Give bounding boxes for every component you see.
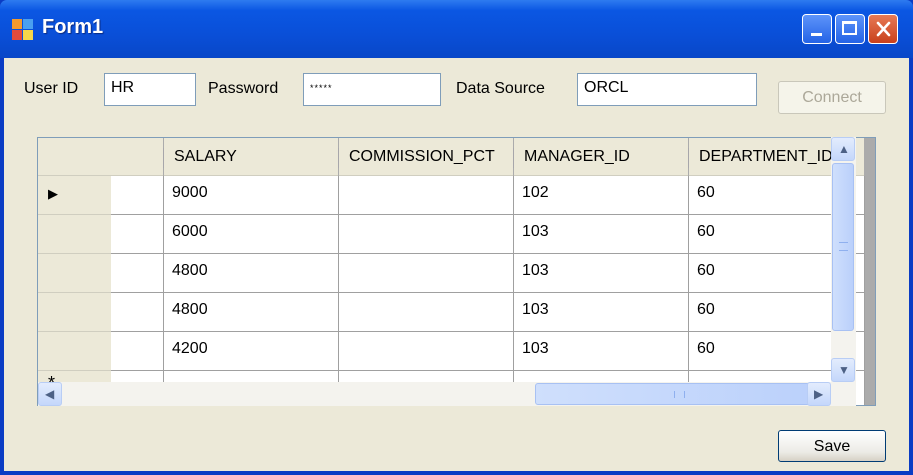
row-header[interactable] <box>38 293 111 332</box>
password-input[interactable]: ***** <box>303 73 441 106</box>
save-button[interactable]: Save <box>778 430 886 462</box>
app-window: Form1 User ID HR Password ***** Data Sou… <box>0 0 913 475</box>
form-client-area: User ID HR Password ***** Data Source OR… <box>4 58 909 471</box>
datasource-label: Data Source <box>456 80 545 97</box>
chevron-down-icon: ▼ <box>838 363 850 377</box>
password-label: Password <box>208 80 279 97</box>
title-bar[interactable]: Form1 <box>0 0 913 58</box>
grid-cell[interactable]: 103 <box>514 293 689 332</box>
datasource-input[interactable]: ORCL <box>577 73 757 106</box>
grid-cell[interactable]: 103 <box>514 332 689 371</box>
grid-cell[interactable] <box>339 254 514 293</box>
grid-cell[interactable] <box>339 215 514 254</box>
grid-cell[interactable]: 4200 <box>164 332 339 371</box>
grid-cell[interactable] <box>339 293 514 332</box>
horizontal-scroll-thumb[interactable] <box>535 383 829 405</box>
row-header[interactable]: ▶ <box>38 176 111 215</box>
grid-cell[interactable] <box>111 176 164 215</box>
form-app-icon <box>12 19 34 41</box>
row-header[interactable] <box>38 332 111 371</box>
chevron-right-icon: ▶ <box>814 387 824 401</box>
userid-input[interactable]: HR <box>104 73 196 106</box>
grid-cell[interactable] <box>339 332 514 371</box>
current-row-icon: ▶ <box>48 186 58 201</box>
userid-label: User ID <box>24 80 79 97</box>
grid-cell[interactable]: 9000 <box>164 176 339 215</box>
close-button[interactable] <box>868 14 898 44</box>
minimize-icon <box>811 33 822 36</box>
grid-cell[interactable]: 4800 <box>164 254 339 293</box>
horizontal-scrollbar[interactable]: ◀ ▶ <box>38 382 831 406</box>
scroll-left-button[interactable]: ◀ <box>38 382 62 406</box>
row-header[interactable] <box>38 215 111 254</box>
grid-cell[interactable] <box>111 215 164 254</box>
grip-icon <box>839 242 848 251</box>
scroll-down-button[interactable]: ▼ <box>831 358 855 382</box>
grid-cell[interactable] <box>111 293 164 332</box>
column-header-salary[interactable]: SALARY <box>164 138 338 176</box>
data-grid[interactable]: SALARY COMMISSION_PCT MANAGER_ID DEPARTM… <box>37 137 876 406</box>
grid-cell[interactable]: 6000 <box>164 215 339 254</box>
connect-button[interactable]: Connect <box>778 81 886 114</box>
maximize-button[interactable] <box>835 14 865 44</box>
grid-cell[interactable]: 103 <box>514 254 689 293</box>
grip-icon <box>674 391 685 398</box>
minimize-button[interactable] <box>802 14 832 44</box>
vertical-scroll-thumb[interactable] <box>832 163 854 331</box>
close-icon <box>876 21 891 37</box>
grid-cell[interactable] <box>111 254 164 293</box>
grid-cell[interactable]: 103 <box>514 215 689 254</box>
scroll-up-button[interactable]: ▲ <box>831 137 855 161</box>
maximize-icon <box>842 21 857 35</box>
grid-cell[interactable]: 102 <box>514 176 689 215</box>
chevron-left-icon: ◀ <box>45 387 55 401</box>
scroll-right-button[interactable]: ▶ <box>807 382 831 406</box>
column-header-commission[interactable]: COMMISSION_PCT <box>339 138 513 176</box>
grid-corner-header <box>38 138 111 176</box>
window-title: Form1 <box>42 16 104 38</box>
column-header-manager[interactable]: MANAGER_ID <box>514 138 688 176</box>
row-header[interactable] <box>38 254 111 293</box>
grid-cell[interactable] <box>339 176 514 215</box>
grid-cell[interactable]: 4800 <box>164 293 339 332</box>
chevron-up-icon: ▲ <box>838 142 850 156</box>
vertical-scrollbar[interactable]: ▲ ▼ <box>831 137 856 406</box>
grid-cell[interactable] <box>111 332 164 371</box>
column-header[interactable] <box>111 138 163 176</box>
